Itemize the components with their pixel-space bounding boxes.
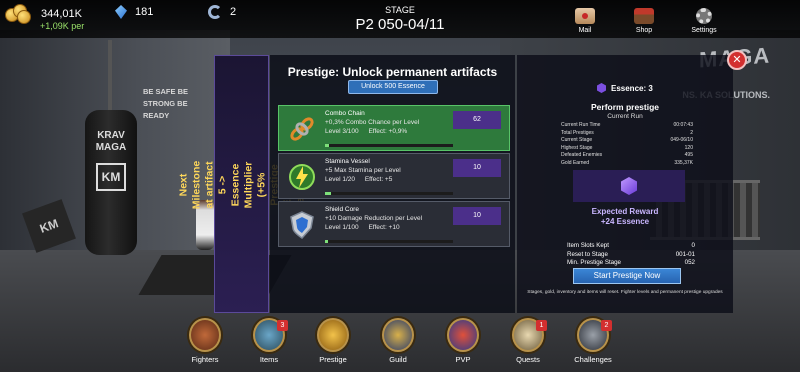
nav-label: Items (259, 355, 279, 364)
mail-button[interactable]: Mail (565, 8, 605, 34)
artifact-effect: Effect: +0,9% (368, 128, 408, 135)
mail-icon (575, 8, 595, 24)
milestone-panel: Next Milestone at artifact 5 -> Essence … (178, 55, 307, 313)
bag-logo: KM (96, 163, 126, 191)
artifact-upgrade-button[interactable]: 10 (453, 159, 501, 177)
info-row: Min. Prestige Stage 052 (567, 259, 695, 266)
artifact-upgrade-button[interactable]: 62 (453, 111, 501, 129)
close-icon: ✕ (732, 53, 742, 66)
gear-icon (696, 8, 712, 24)
essence-icon (597, 83, 606, 93)
settings-label: Settings (691, 27, 717, 34)
stage-value: P2 050-04/11 (355, 16, 445, 33)
prestige-panel: Prestige: Unlock permanent artifacts Unl… (270, 55, 515, 313)
artifact-description: +5 Max Stamina per Level (325, 167, 401, 174)
top-bar: 344,01K +1,09K per 181 2 STAGE P2 050-04… (0, 0, 800, 38)
nav-label: Prestige (319, 355, 347, 364)
artifact-name: Stamina Vessel (325, 158, 370, 165)
prestige-icon (317, 318, 349, 352)
prestige-reset-note: Stages, gold, inventory and items will r… (527, 290, 723, 295)
perform-prestige-title: Perform prestige (590, 102, 660, 112)
artifact-progress-bar (325, 240, 453, 243)
expected-reward-label: Expected Reward (591, 207, 659, 216)
stage-label: STAGE (385, 5, 415, 15)
nav-guild[interactable]: Guild (376, 318, 420, 368)
close-button[interactable]: ✕ (727, 50, 747, 70)
nav-label: Quests (516, 355, 540, 364)
prestige-info: Item Slots Kept 0 Reset to Stage 001-01 Mi… (567, 242, 695, 268)
nav-prestige[interactable]: Prestige (311, 318, 355, 368)
stat-row: Gold Earned 335,37K (561, 159, 693, 166)
pvp-icon (447, 318, 479, 352)
nav-label: PVP (455, 355, 471, 364)
combo-chain-icon (285, 111, 319, 147)
essence-value: Essence: 3 (611, 83, 653, 93)
mail-label: Mail (578, 27, 592, 34)
shop-icon (634, 8, 654, 24)
artifact-upgrade-button[interactable]: 10 (453, 207, 501, 225)
stat-row: Defeated Enemies 495 (561, 152, 693, 158)
stat-row: Highest Stage 120 (561, 144, 693, 151)
info-row: Reset to Stage 001-01 (567, 250, 695, 258)
nav-pvp[interactable]: PVP (441, 318, 485, 368)
quests-badge: 1 (536, 320, 547, 331)
nav-challenges[interactable]: 2 Challenges (571, 318, 615, 368)
nav-fighters[interactable]: Fighters (183, 318, 227, 368)
settings-button[interactable]: Settings (684, 8, 724, 34)
artifact-progress-fill (325, 240, 328, 243)
expected-reward-value: +24 Essence (600, 217, 650, 226)
artifact-progress-bar (325, 192, 453, 195)
essence-gem-icon (621, 177, 637, 195)
nav-items[interactable]: 3 Items (247, 318, 291, 368)
artifact-description: +10 Damage Reduction per Level (325, 215, 423, 222)
nav-label: Challenges (574, 355, 612, 364)
shop-label: Shop (635, 27, 653, 34)
challenges-badge: 2 (601, 320, 612, 331)
artifact-level: Level 1/20 (325, 176, 355, 183)
unlock-essence-button[interactable]: Unlock 500 Essence (348, 80, 438, 94)
stat-row: Total Prestiges 2 (561, 129, 693, 136)
current-run-label: Current Run (607, 113, 643, 120)
artifact-description: +0,3% Combo Chance per Level (325, 119, 420, 126)
fighters-icon (189, 318, 221, 352)
nav-quests[interactable]: 1 Quests (506, 318, 550, 368)
shop-button[interactable]: Shop (624, 8, 664, 34)
bag-text: KRAV MAGA (95, 130, 127, 153)
artifact-progress-bar (325, 144, 453, 147)
reward-display (573, 170, 685, 202)
bag-chain (108, 40, 112, 112)
artifact-card-stamina-vessel[interactable]: Stamina Vessel +5 Max Stamina per Level … (278, 153, 510, 199)
nav-label: Fighters (191, 355, 219, 364)
artifact-effect: Effect: +5 (364, 176, 393, 183)
perform-prestige-panel: Essence: 3 Perform prestige Current Run … (517, 55, 733, 313)
guild-icon (382, 318, 414, 352)
essence-display: Essence: 3 (597, 83, 653, 93)
stat-row: Current Stage 049-06/10 (561, 137, 693, 143)
artifact-progress-fill (325, 192, 332, 195)
artifact-card-combo-chain[interactable]: Combo Chain +0,3% Combo Chance per Level… (278, 105, 510, 151)
stamina-vessel-icon (285, 159, 319, 195)
start-prestige-button[interactable]: Start Prestige Now (573, 268, 681, 284)
items-badge: 3 (277, 320, 288, 331)
artifact-card-shield-core[interactable]: Shield Core +10 Damage Reduction per Lev… (278, 201, 510, 247)
artifact-progress-fill (325, 144, 329, 147)
shield-core-icon (285, 207, 319, 243)
stat-row: Current Run Time 00:07:43 (561, 122, 693, 128)
artifact-level: Level 3/100 (325, 128, 359, 135)
prestige-title: Prestige: Unlock permanent artifacts (287, 65, 498, 79)
wall-motto: BE SAFE BE STRONG BE READY (143, 87, 189, 120)
info-row: Item Slots Kept 0 (567, 242, 695, 249)
run-stats: Current Run Time 00:07:43 Total Prestiges… (561, 122, 693, 167)
artifact-name: Shield Core (325, 206, 359, 213)
nav-label: Guild (389, 355, 407, 364)
artifact-level: Level 1/100 (325, 224, 359, 231)
artifact-effect: Effect: +10 (368, 224, 400, 231)
artifact-name: Combo Chain (325, 110, 365, 117)
